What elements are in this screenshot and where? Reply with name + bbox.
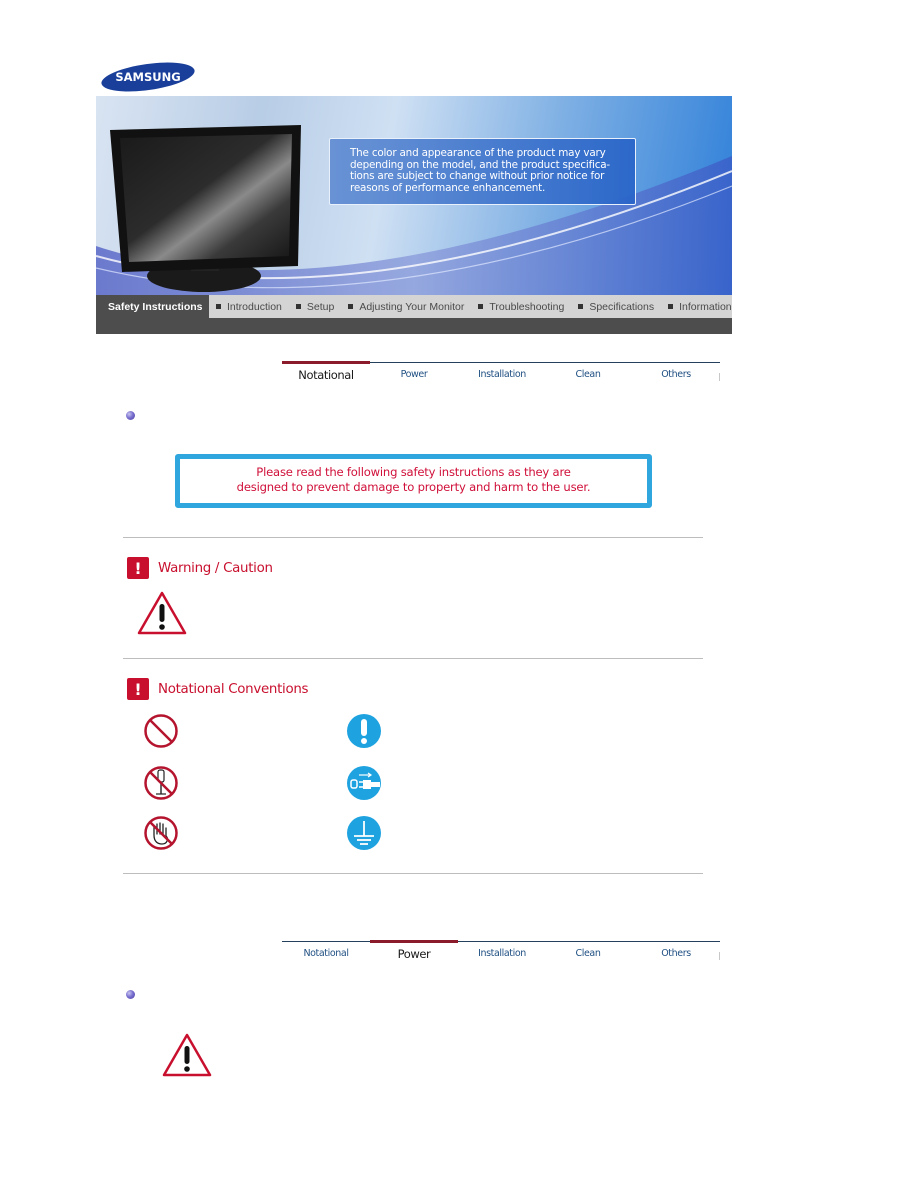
nav-label: Adjusting Your Monitor xyxy=(359,300,465,313)
logo-text: SAMSUNG xyxy=(115,70,180,84)
warning-caution-heading: ! Warning / Caution xyxy=(127,557,273,579)
exclamation-badge-icon: ! xyxy=(127,678,149,700)
nav-label: Information xyxy=(679,300,732,313)
unplug-icon xyxy=(346,765,382,801)
tab-clean[interactable]: Clean xyxy=(544,942,632,959)
main-navigation: Safety Instructions Introduction Setup A… xyxy=(96,295,732,318)
callout-line: designed to prevent damage to property a… xyxy=(236,480,591,494)
tab-clean[interactable]: Clean xyxy=(544,363,632,380)
section-tabs-bottom: Notational Power Installation Clean Othe… xyxy=(282,940,720,967)
tab-installation[interactable]: Installation xyxy=(458,363,546,380)
section-title: Warning / Caution xyxy=(158,560,273,576)
nav-bullet-icon xyxy=(295,304,301,309)
nav-label: Introduction xyxy=(227,300,282,313)
section-tabs-top: Notational Power Installation Clean Othe… xyxy=(282,361,720,388)
monitor-image xyxy=(110,125,301,292)
nav-safety-instructions[interactable]: Safety Instructions xyxy=(96,295,209,318)
tab-others[interactable]: Others xyxy=(632,942,720,959)
tab-notational[interactable]: Notational xyxy=(282,942,370,959)
exclamation-badge-icon: ! xyxy=(127,557,149,579)
disclaimer-line: The color and appearance of the product … xyxy=(350,147,606,159)
tab-installation[interactable]: Installation xyxy=(458,942,546,959)
nav-label: Troubleshooting xyxy=(489,300,565,313)
safety-notice-callout: Please read the following safety instruc… xyxy=(175,454,652,508)
do-not-touch-icon xyxy=(143,815,179,851)
section-bullet-icon xyxy=(126,411,135,420)
tab-separator xyxy=(719,952,720,960)
samsung-logo: SAMSUNG xyxy=(100,60,196,94)
section-divider xyxy=(123,873,703,874)
nav-label: Setup xyxy=(306,300,335,313)
warning-triangle-icon xyxy=(161,1032,213,1078)
nav-label: Safety Instructions xyxy=(108,300,203,313)
do-not-disassemble-icon xyxy=(143,765,179,801)
nav-bullet-icon xyxy=(216,304,221,309)
nav-bullet-icon xyxy=(348,304,354,309)
callout-line: Please read the following safety instruc… xyxy=(256,465,571,479)
section-title: Notational Conventions xyxy=(158,681,309,697)
nav-bullet-icon xyxy=(578,304,584,309)
tab-notational[interactable]: Notational xyxy=(282,361,370,382)
tab-others[interactable]: Others xyxy=(632,363,720,380)
sub-navigation-bar xyxy=(96,318,732,334)
nav-introduction[interactable]: Introduction xyxy=(209,295,289,318)
notational-conventions-heading: ! Notational Conventions xyxy=(127,678,309,700)
nav-bullet-icon xyxy=(668,304,674,309)
section-bullet-icon xyxy=(126,990,135,999)
section-divider xyxy=(123,537,703,538)
nav-setup[interactable]: Setup xyxy=(289,295,341,318)
product-disclaimer-box: The color and appearance of the product … xyxy=(329,138,636,205)
tab-power[interactable]: Power xyxy=(370,363,458,380)
nav-bullet-icon xyxy=(478,304,484,309)
important-icon xyxy=(346,713,382,749)
samsung-logo-icon: SAMSUNG xyxy=(101,62,195,92)
nav-troubleshooting[interactable]: Troubleshooting xyxy=(471,295,571,318)
prohibited-icon xyxy=(143,713,179,749)
ground-icon xyxy=(346,815,382,851)
section-divider xyxy=(123,658,703,659)
tab-separator xyxy=(719,373,720,381)
nav-information[interactable]: Information xyxy=(661,295,739,318)
nav-specifications[interactable]: Specifications xyxy=(571,295,661,318)
product-banner: The color and appearance of the product … xyxy=(96,96,732,295)
nav-adjusting-your-monitor[interactable]: Adjusting Your Monitor xyxy=(341,295,471,318)
warning-triangle-icon xyxy=(136,590,188,636)
tab-power[interactable]: Power xyxy=(370,940,458,961)
nav-label: Specifications xyxy=(589,300,655,313)
disclaimer-line: reasons of performance enhancement. xyxy=(350,181,546,194)
